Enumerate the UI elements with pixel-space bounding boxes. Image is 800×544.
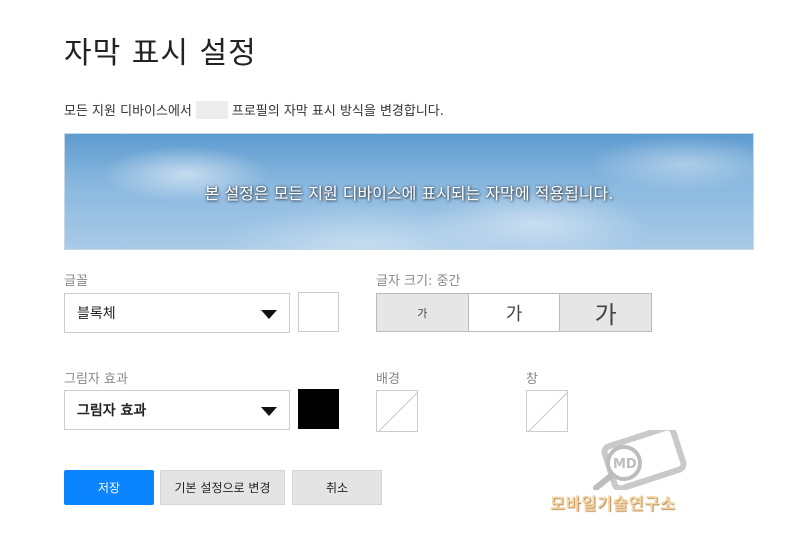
- cancel-button[interactable]: 취소: [292, 470, 382, 505]
- subtitle-preview: 본 설정은 모든 지원 디바이스에 표시되는 자막에 적용됩니다.: [64, 133, 754, 250]
- font-select-value: 블록체: [77, 306, 116, 322]
- description-after: 프로필의 자막 표시 방식을 변경합니다.: [231, 104, 444, 119]
- description-before: 모든 지원 디바이스에서: [64, 104, 192, 119]
- text-size-medium-label: 가: [505, 303, 523, 325]
- watermark-text: 모바일기술연구소: [550, 494, 676, 513]
- preview-text: 본 설정은 모든 지원 디바이스에 표시되는 자막에 적용됩니다.: [204, 183, 614, 203]
- background-label: 배경: [376, 372, 400, 387]
- shadow-select[interactable]: 그림자 효과: [64, 390, 290, 430]
- font-color-swatch[interactable]: [298, 292, 339, 332]
- no-color-icon: [528, 392, 567, 431]
- window-label: 창: [526, 372, 538, 387]
- text-size-selector: 가 가 가: [376, 293, 652, 332]
- text-size-large-button[interactable]: 가: [560, 294, 652, 331]
- reset-defaults-button[interactable]: 기본 설정으로 변경: [160, 470, 285, 505]
- shadow-label: 그림자 효과: [64, 372, 128, 387]
- magnifier-icon: MD: [593, 424, 687, 492]
- font-select[interactable]: 블록체: [64, 293, 290, 333]
- watermark-logo: MD 모바일기술연구소: [550, 424, 740, 520]
- profile-name-redacted: [195, 100, 228, 119]
- chevron-down-icon: [261, 407, 277, 416]
- shadow-select-value: 그림자 효과: [77, 403, 147, 419]
- window-color-swatch[interactable]: [526, 390, 568, 432]
- text-size-large-label: 가: [594, 301, 617, 329]
- page-title: 자막 표시 설정: [64, 36, 257, 71]
- page-description: 모든 지원 디바이스에서 프로필의 자막 표시 방식을 변경합니다.: [64, 100, 444, 119]
- no-color-icon: [378, 392, 417, 431]
- text-size-label: 글자 크기: 중간: [376, 274, 461, 289]
- chevron-down-icon: [261, 310, 277, 319]
- shadow-color-swatch[interactable]: [298, 389, 339, 429]
- background-color-swatch[interactable]: [376, 390, 418, 432]
- save-button[interactable]: 저장: [64, 470, 154, 505]
- text-size-small-label: 가: [417, 306, 428, 320]
- font-label: 글꼴: [64, 274, 88, 289]
- text-size-medium-button[interactable]: 가: [468, 294, 561, 331]
- watermark-logo-text: MD: [613, 457, 637, 472]
- text-size-small-button[interactable]: 가: [377, 294, 469, 331]
